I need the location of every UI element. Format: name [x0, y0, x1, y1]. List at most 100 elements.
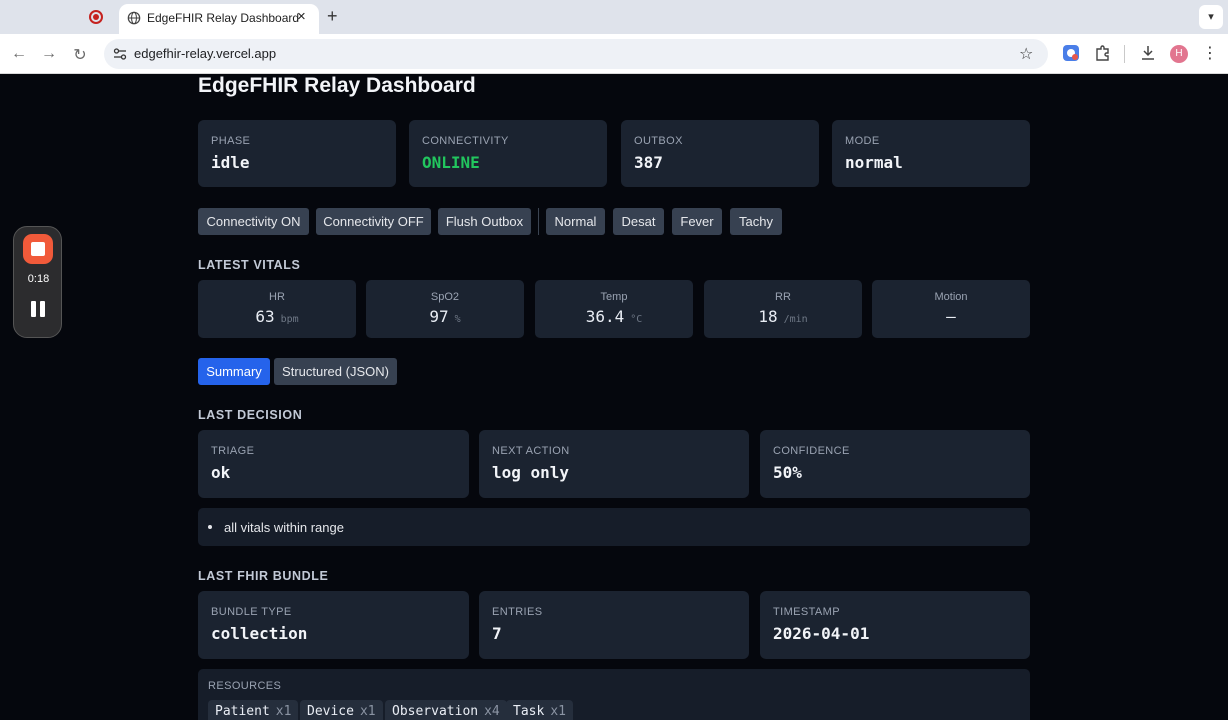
- tachy-scenario-button[interactable]: Tachy: [730, 208, 782, 235]
- resource-count: x4: [484, 704, 500, 719]
- address-bar[interactable]: edgefhir-relay.vercel.app ☆: [104, 39, 1048, 69]
- tab-structured-json[interactable]: Structured (JSON): [274, 358, 397, 385]
- vital-card-rr: RR 18/min: [704, 280, 862, 338]
- forward-icon[interactable]: →: [40, 45, 58, 63]
- last-decision-heading: LAST DECISION: [198, 408, 303, 422]
- outbox-card: OUTBOX 387: [621, 120, 819, 187]
- outbox-value: 387: [634, 153, 663, 172]
- latest-vitals-heading: LATEST VITALS: [198, 258, 301, 272]
- vital-label: HR: [269, 291, 285, 303]
- entries-card: ENTRIES 7: [479, 591, 749, 659]
- resource-name: Observation: [392, 704, 479, 719]
- bundle-type-value: collection: [211, 624, 308, 643]
- bookmark-star-icon[interactable]: ☆: [1019, 44, 1033, 64]
- confidence-value: 50%: [773, 463, 802, 482]
- globe-icon: [127, 11, 141, 25]
- timestamp-value: 2026-04-01: [773, 624, 870, 643]
- download-icon[interactable]: [1139, 44, 1157, 62]
- toolbar-divider: [1124, 45, 1125, 63]
- connectivity-card: CONNECTIVITY ONLINE: [409, 120, 607, 187]
- close-tab-icon[interactable]: ×: [297, 8, 306, 25]
- stop-recording-icon[interactable]: [23, 234, 53, 264]
- resources-label: RESOURCES: [208, 680, 282, 692]
- vital-value: 97: [429, 307, 449, 326]
- next-action-card: NEXT ACTION log only: [479, 430, 749, 498]
- resource-count: x1: [550, 704, 566, 719]
- vital-value: —: [946, 307, 956, 326]
- bullet-icon: [208, 525, 212, 529]
- triage-value: ok: [211, 463, 231, 482]
- vital-card-motion: Motion —: [872, 280, 1030, 338]
- timestamp-label: TIMESTAMP: [773, 606, 840, 618]
- url-text: edgefhir-relay.vercel.app: [134, 46, 277, 61]
- triage-card: TRIAGE ok: [198, 430, 469, 498]
- site-settings-icon[interactable]: [112, 46, 128, 62]
- resource-chip: Task x1: [506, 700, 573, 720]
- resource-chip: Patient x1: [208, 700, 299, 720]
- phase-value: idle: [211, 153, 250, 172]
- bundle-type-label: BUNDLE TYPE: [211, 606, 292, 618]
- puzzle-icon[interactable]: [1094, 44, 1112, 62]
- vital-value: 18: [758, 307, 778, 326]
- vital-unit: %: [454, 314, 461, 325]
- connectivity-on-button[interactable]: Connectivity ON: [198, 208, 309, 235]
- list-item: all vitals within range: [224, 520, 344, 535]
- new-tab-icon[interactable]: +: [327, 6, 338, 27]
- decision-reasons: all vitals within range: [198, 508, 1030, 546]
- resource-chip: Observation x4: [385, 700, 507, 720]
- recording-time: 0:18: [27, 273, 50, 285]
- next-action-value: log only: [492, 463, 570, 482]
- connectivity-label: CONNECTIVITY: [422, 135, 509, 147]
- tab-summary[interactable]: Summary: [198, 358, 270, 385]
- resource-name: Device: [307, 704, 354, 719]
- vital-label: SpO2: [430, 291, 460, 303]
- vital-label: Temp: [600, 291, 628, 303]
- mode-label: MODE: [845, 135, 880, 147]
- page-title: EdgeFHIR Relay Dashboard: [198, 74, 476, 97]
- button-divider: [538, 208, 539, 235]
- browser-tab-title: EdgeFHIR Relay Dashboard: [147, 11, 300, 25]
- entries-value: 7: [492, 624, 502, 643]
- vital-card-hr: HR 63 bpm: [198, 280, 356, 338]
- last-fhir-bundle-heading: LAST FHIR BUNDLE: [198, 569, 329, 583]
- confidence-label: CONFIDENCE: [773, 445, 850, 457]
- screen-recorder-widget: 0:18: [13, 226, 62, 338]
- resource-name: Task: [513, 704, 545, 719]
- mode-card: MODE normal: [832, 120, 1030, 187]
- phase-card: PHASE idle: [198, 120, 396, 187]
- more-menu-icon[interactable]: ⋮: [1202, 43, 1218, 63]
- reload-icon[interactable]: ↻: [71, 45, 89, 65]
- flush-outbox-button[interactable]: Flush Outbox: [438, 208, 531, 235]
- resource-count: x1: [359, 704, 376, 719]
- vital-card-spo2: SpO2 97%: [366, 280, 524, 338]
- phase-label: PHASE: [211, 135, 251, 147]
- triage-label: TRIAGE: [211, 445, 255, 457]
- normal-scenario-button[interactable]: Normal: [546, 208, 605, 235]
- outbox-label: OUTBOX: [634, 135, 683, 147]
- browser-tab-bar: EdgeFHIR Relay Dashboard × + ▾: [0, 0, 1228, 34]
- mode-value: normal: [845, 153, 903, 172]
- confidence-card: CONFIDENCE 50%: [760, 430, 1030, 498]
- vital-card-temp: Temp 36.4 °C: [535, 280, 693, 338]
- back-icon[interactable]: ←: [10, 45, 28, 63]
- resources-panel: RESOURCES Patient x1 Device x1 Observation…: [198, 669, 1030, 720]
- profile-avatar[interactable]: H: [1170, 45, 1188, 63]
- vital-unit: /min: [783, 314, 808, 325]
- vital-value: 63: [255, 307, 275, 326]
- vital-label: Motion: [934, 291, 968, 303]
- connectivity-value: ONLINE: [422, 153, 480, 172]
- desat-scenario-button[interactable]: Desat: [613, 208, 664, 235]
- resource-count: x1: [275, 704, 292, 719]
- pause-icon[interactable]: [31, 301, 45, 317]
- timestamp-card: TIMESTAMP 2026-04-01: [760, 591, 1030, 659]
- recording-indicator-icon: [89, 10, 103, 24]
- vital-unit: °C: [630, 314, 643, 325]
- browser-toolbar: ← → ↻ edgefhir-relay.vercel.app ☆ H ⋮: [0, 34, 1228, 74]
- fever-scenario-button[interactable]: Fever: [672, 208, 722, 235]
- vital-label: RR: [775, 291, 791, 303]
- browser-tab-active[interactable]: EdgeFHIR Relay Dashboard ×: [119, 4, 319, 34]
- connectivity-off-button[interactable]: Connectivity OFF: [316, 208, 431, 235]
- extension-icon[interactable]: [1062, 44, 1080, 62]
- chevron-down-icon[interactable]: ▾: [1199, 5, 1223, 29]
- next-action-label: NEXT ACTION: [492, 445, 570, 457]
